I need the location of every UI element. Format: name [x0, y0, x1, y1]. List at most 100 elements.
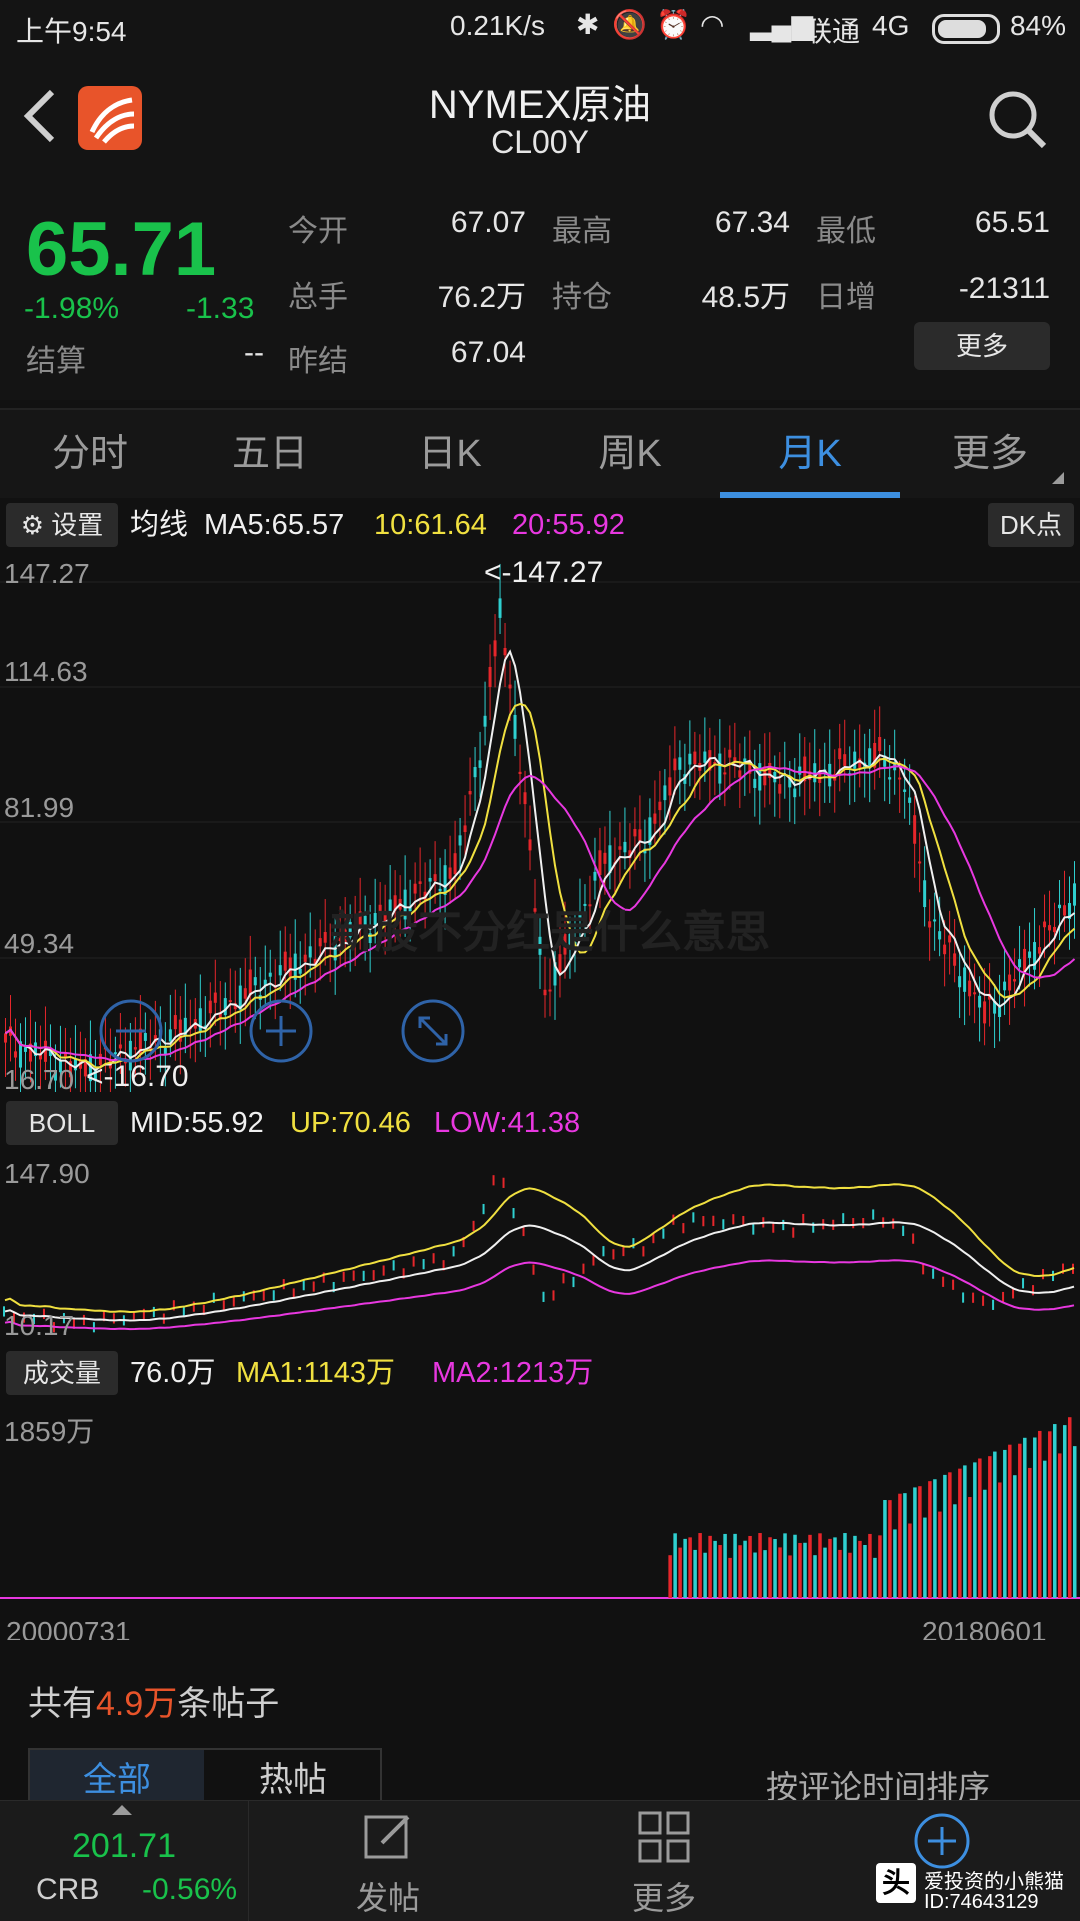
candle-body: [1018, 959, 1022, 968]
candle-body: [518, 771, 522, 775]
boll-button[interactable]: BOLL: [6, 1101, 118, 1145]
candle-body: [923, 880, 927, 908]
zoom-in-icon[interactable]: [248, 998, 314, 1064]
candle-body: [693, 751, 697, 765]
volume-bar: [728, 1557, 732, 1598]
candle-body: [958, 976, 962, 988]
low-label: 最低: [816, 215, 876, 248]
search-icon[interactable]: [986, 88, 1050, 152]
candle-body: [663, 785, 667, 801]
settle-value: --: [244, 336, 264, 369]
candle-body: [728, 749, 732, 758]
volume-bar: [963, 1465, 967, 1598]
volume-bar: [868, 1533, 872, 1598]
volume-bar: [778, 1547, 782, 1598]
candle-body: [723, 772, 727, 775]
candle-body: [13, 1051, 17, 1058]
candle-body: [838, 748, 842, 760]
candle-body: [943, 944, 947, 955]
expand-up-icon: [112, 1805, 132, 1815]
grid-icon: [638, 1811, 690, 1863]
candle-body: [778, 784, 782, 794]
edit-icon: [364, 1815, 410, 1859]
ma5-value: MA5:65.57: [204, 509, 345, 541]
ma10-line: [4, 702, 1076, 1069]
tab-five-day[interactable]: 五日: [180, 410, 360, 498]
tab-weekly-k[interactable]: 周K: [540, 410, 720, 498]
volume-bar: [938, 1511, 942, 1598]
candle-body: [1023, 948, 1027, 973]
volume-bar: [1013, 1475, 1017, 1598]
candle-body: [298, 968, 302, 974]
volume-bar: [723, 1533, 727, 1598]
candle-body: [458, 835, 462, 846]
tab-monthly-k[interactable]: 月K: [720, 410, 900, 498]
candle-body: [1003, 981, 1007, 991]
volume-ma2: MA2:1213万: [432, 1357, 594, 1389]
candle-body: [168, 1029, 172, 1042]
daily-increase-label: 日增: [816, 281, 876, 314]
open-value: 67.07: [450, 206, 526, 239]
candle-body: [678, 757, 682, 770]
zoom-out-icon[interactable]: [98, 998, 164, 1064]
tab-all-posts[interactable]: 全部: [30, 1750, 204, 1802]
volume-tick: 1859万: [4, 1416, 95, 1447]
page-title: NYMEX原油: [428, 83, 652, 127]
volume-bar: [758, 1533, 762, 1598]
candle-body: [413, 883, 417, 894]
candle-body: [1053, 926, 1057, 933]
crb-index[interactable]: 201.71 CRB -0.56%: [0, 1801, 249, 1921]
battery-icon: [932, 14, 1000, 44]
network-speed: 0.21K/s: [450, 10, 545, 41]
candle-body: [418, 881, 422, 884]
volume-bar: [923, 1517, 927, 1598]
dk-point-button[interactable]: DK点: [988, 503, 1074, 547]
volume-bar: [698, 1533, 702, 1598]
volume-legend-bar: 成交量 76.0万 MA1:1143万 MA2:1213万: [0, 1346, 1080, 1400]
more-quote-button[interactable]: 更多: [914, 322, 1050, 370]
watermark-id: ID:74643129: [924, 1891, 1039, 1913]
candle-body: [598, 850, 602, 875]
change-value: -1.33: [186, 292, 255, 325]
candle-body: [658, 801, 662, 811]
candle-body: [63, 1053, 67, 1057]
volume-button[interactable]: 成交量: [6, 1351, 118, 1395]
tab-intraday[interactable]: 分时: [0, 410, 180, 498]
fullscreen-icon[interactable]: [400, 998, 466, 1064]
candle-body: [483, 715, 487, 727]
settings-button[interactable]: ⚙ 设置: [6, 503, 118, 547]
candle-body: [1063, 905, 1067, 916]
daily-increase-value: -21311: [958, 272, 1050, 305]
volume-bar: [828, 1538, 832, 1598]
candle-body: [443, 865, 447, 896]
price-tick: 114.63: [4, 656, 88, 687]
bottom-bar: 201.71 CRB -0.56% 发帖 更多 头 爱投资的小熊猫 ID:746…: [0, 1800, 1080, 1921]
volume-bar: [1053, 1424, 1057, 1598]
candle-body: [253, 977, 257, 986]
tab-more[interactable]: 更多: [900, 410, 1080, 498]
candle-body: [733, 757, 737, 761]
crb-label: CRB: [36, 1873, 100, 1906]
candle-body: [638, 829, 642, 842]
volume-ma1: MA1:1143万: [236, 1357, 396, 1389]
tab-hot-posts[interactable]: 热帖: [206, 1750, 380, 1802]
volume-bar: [918, 1486, 922, 1598]
candle-body: [1043, 921, 1047, 928]
add-watchlist-icon[interactable]: [912, 1811, 972, 1871]
tab-daily-k[interactable]: 日K: [360, 410, 540, 498]
candle-body: [653, 813, 657, 824]
post-button[interactable]: 发帖: [300, 1809, 476, 1919]
volume-bar: [788, 1555, 792, 1598]
volume-bar: [668, 1555, 672, 1598]
candle-body: [753, 778, 757, 788]
volume-bar: [998, 1482, 1002, 1598]
period-tabs: 分时 五日 日K 周K 月K 更多: [0, 408, 1080, 498]
more-button[interactable]: 更多: [576, 1809, 752, 1919]
candle-body: [498, 598, 502, 618]
candle-body: [283, 951, 287, 971]
candle-body: [503, 648, 507, 656]
volume-bar: [1043, 1460, 1047, 1598]
open-label: 今开: [288, 215, 348, 248]
volume-bar: [763, 1550, 767, 1598]
candle-body: [468, 791, 472, 795]
